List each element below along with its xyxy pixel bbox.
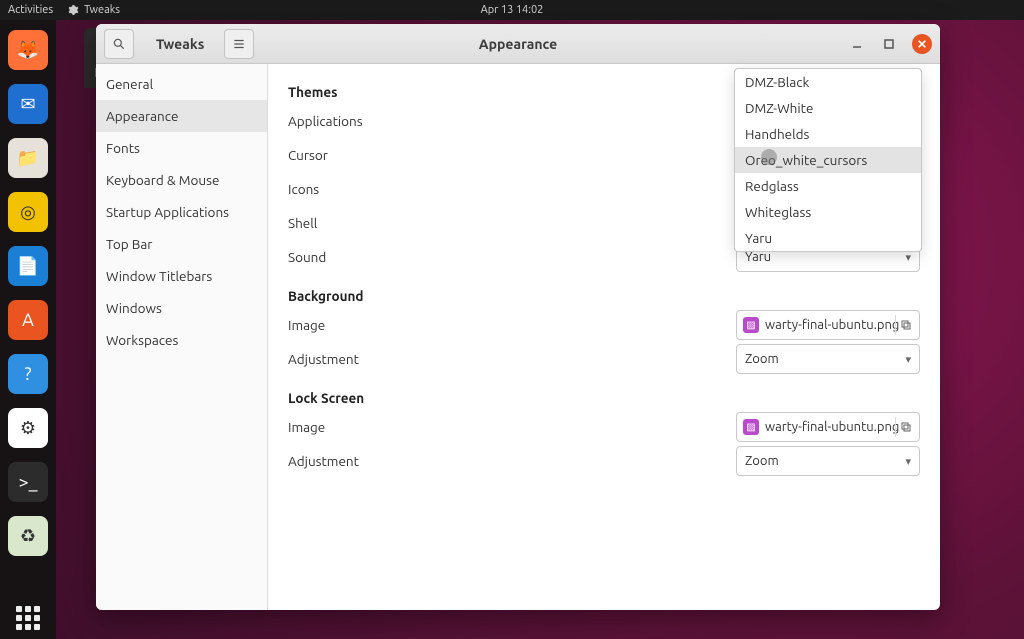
cursor-option[interactable]: Whiteglass bbox=[735, 199, 921, 225]
lockscreen-heading: Lock Screen bbox=[288, 390, 920, 406]
dock-item-firefox[interactable]: 🦊 bbox=[8, 30, 48, 70]
bg-adjustment-combo[interactable]: Zoom ▾ bbox=[736, 344, 920, 374]
bg-image-value: warty-final-ubuntu.png bbox=[765, 318, 899, 332]
applications-label: Applications bbox=[288, 113, 363, 129]
sidebar-item-top-bar[interactable]: Top Bar bbox=[96, 228, 267, 260]
page-title: Appearance bbox=[479, 36, 557, 52]
click-ripple-icon bbox=[761, 149, 777, 165]
titlebar: Tweaks Appearance bbox=[96, 24, 940, 64]
show-applications-button[interactable] bbox=[13, 603, 43, 633]
image-icon: ▨ bbox=[743, 317, 759, 333]
activities-button[interactable]: Activities bbox=[8, 4, 53, 16]
dock: 🦊 ✉ 📁 ◎ 📄 A? ⚙ >_ ♻ bbox=[0, 20, 56, 639]
bg-image-row: Image ▨ warty-final-ubuntu.png bbox=[288, 308, 920, 342]
cursor-option[interactable]: DMZ-White bbox=[735, 95, 921, 121]
background-heading: Background bbox=[288, 288, 920, 304]
sound-label: Sound bbox=[288, 249, 326, 265]
shell-label: Shell bbox=[288, 215, 317, 231]
maximize-button[interactable] bbox=[880, 35, 898, 53]
chevron-down-icon: ▾ bbox=[905, 251, 911, 264]
active-app-indicator[interactable]: Tweaks bbox=[67, 4, 120, 16]
cursor-option[interactable]: Handhelds bbox=[735, 121, 921, 147]
close-button[interactable] bbox=[912, 34, 932, 54]
icons-label: Icons bbox=[288, 181, 319, 197]
sidebar-item-fonts[interactable]: Fonts bbox=[96, 132, 267, 164]
gear-icon bbox=[67, 4, 79, 16]
ls-image-label: Image bbox=[288, 419, 325, 435]
dock-item-thunderbird[interactable]: ✉ bbox=[8, 84, 48, 124]
image-icon: ▨ bbox=[743, 419, 759, 435]
sidebar: GeneralAppearanceFontsKeyboard & MouseSt… bbox=[96, 64, 268, 610]
open-file-icon bbox=[895, 315, 915, 335]
sidebar-item-keyboard-mouse[interactable]: Keyboard & Mouse bbox=[96, 164, 267, 196]
active-app-name: Tweaks bbox=[84, 4, 120, 16]
dock-item-trash[interactable]: ♻ bbox=[8, 516, 48, 556]
sidebar-item-workspaces[interactable]: Workspaces bbox=[96, 324, 267, 356]
cursor-option[interactable]: Oreo_white_cursors bbox=[735, 147, 921, 173]
dock-item-ubuntu-software[interactable]: A bbox=[8, 300, 48, 340]
dock-item-libreoffice-writer[interactable]: 📄 bbox=[8, 246, 48, 286]
bg-adjustment-value: Zoom bbox=[745, 352, 779, 366]
bg-adjustment-row: Adjustment Zoom ▾ bbox=[288, 342, 920, 376]
open-file-icon bbox=[895, 417, 915, 437]
bg-image-chooser[interactable]: ▨ warty-final-ubuntu.png bbox=[736, 310, 920, 340]
ls-image-value: warty-final-ubuntu.png bbox=[765, 420, 899, 434]
sidebar-item-appearance[interactable]: Appearance bbox=[96, 100, 267, 132]
cursor-label: Cursor bbox=[288, 147, 328, 163]
gnome-topbar: Activities Tweaks Apr 13 14:02 bbox=[0, 0, 1024, 20]
sidebar-item-window-titlebars[interactable]: Window Titlebars bbox=[96, 260, 267, 292]
dock-item-help[interactable]: ? bbox=[8, 354, 48, 394]
dock-item-rhythmbox[interactable]: ◎ bbox=[8, 192, 48, 232]
sidebar-item-general[interactable]: General bbox=[96, 68, 267, 100]
cursor-option[interactable]: Yaru bbox=[735, 225, 921, 251]
ls-adjustment-label: Adjustment bbox=[288, 453, 359, 469]
ls-image-row: Image ▨ warty-final-ubuntu.png bbox=[288, 410, 920, 444]
chevron-down-icon: ▾ bbox=[905, 353, 911, 366]
dock-item-files[interactable]: 📁 bbox=[8, 138, 48, 178]
ls-adjustment-combo[interactable]: Zoom ▾ bbox=[736, 446, 920, 476]
clock[interactable]: Apr 13 14:02 bbox=[481, 4, 544, 16]
search-button[interactable] bbox=[104, 29, 134, 59]
window-app-title: Tweaks bbox=[156, 36, 204, 52]
sidebar-item-windows[interactable]: Windows bbox=[96, 292, 267, 324]
ls-adjustment-row: Adjustment Zoom ▾ bbox=[288, 444, 920, 478]
chevron-down-icon: ▾ bbox=[905, 455, 911, 468]
sidebar-item-startup-applications[interactable]: Startup Applications bbox=[96, 196, 267, 228]
minimize-button[interactable] bbox=[848, 35, 866, 53]
ls-image-chooser[interactable]: ▨ warty-final-ubuntu.png bbox=[736, 412, 920, 442]
dock-item-gnome-tweaks[interactable]: ⚙ bbox=[8, 408, 48, 448]
bg-image-label: Image bbox=[288, 317, 325, 333]
hamburger-menu-button[interactable] bbox=[224, 29, 254, 59]
cursor-option[interactable]: Redglass bbox=[735, 173, 921, 199]
dock-item-terminal[interactable]: >_ bbox=[8, 462, 48, 502]
ls-adjustment-value: Zoom bbox=[745, 454, 779, 468]
cursor-option[interactable]: DMZ-Black bbox=[735, 69, 921, 95]
sound-combo-value: Yaru bbox=[745, 250, 771, 264]
cursor-dropdown[interactable]: DMZ-BlackDMZ-WhiteHandheldsOreo_white_cu… bbox=[734, 68, 922, 252]
bg-adjustment-label: Adjustment bbox=[288, 351, 359, 367]
